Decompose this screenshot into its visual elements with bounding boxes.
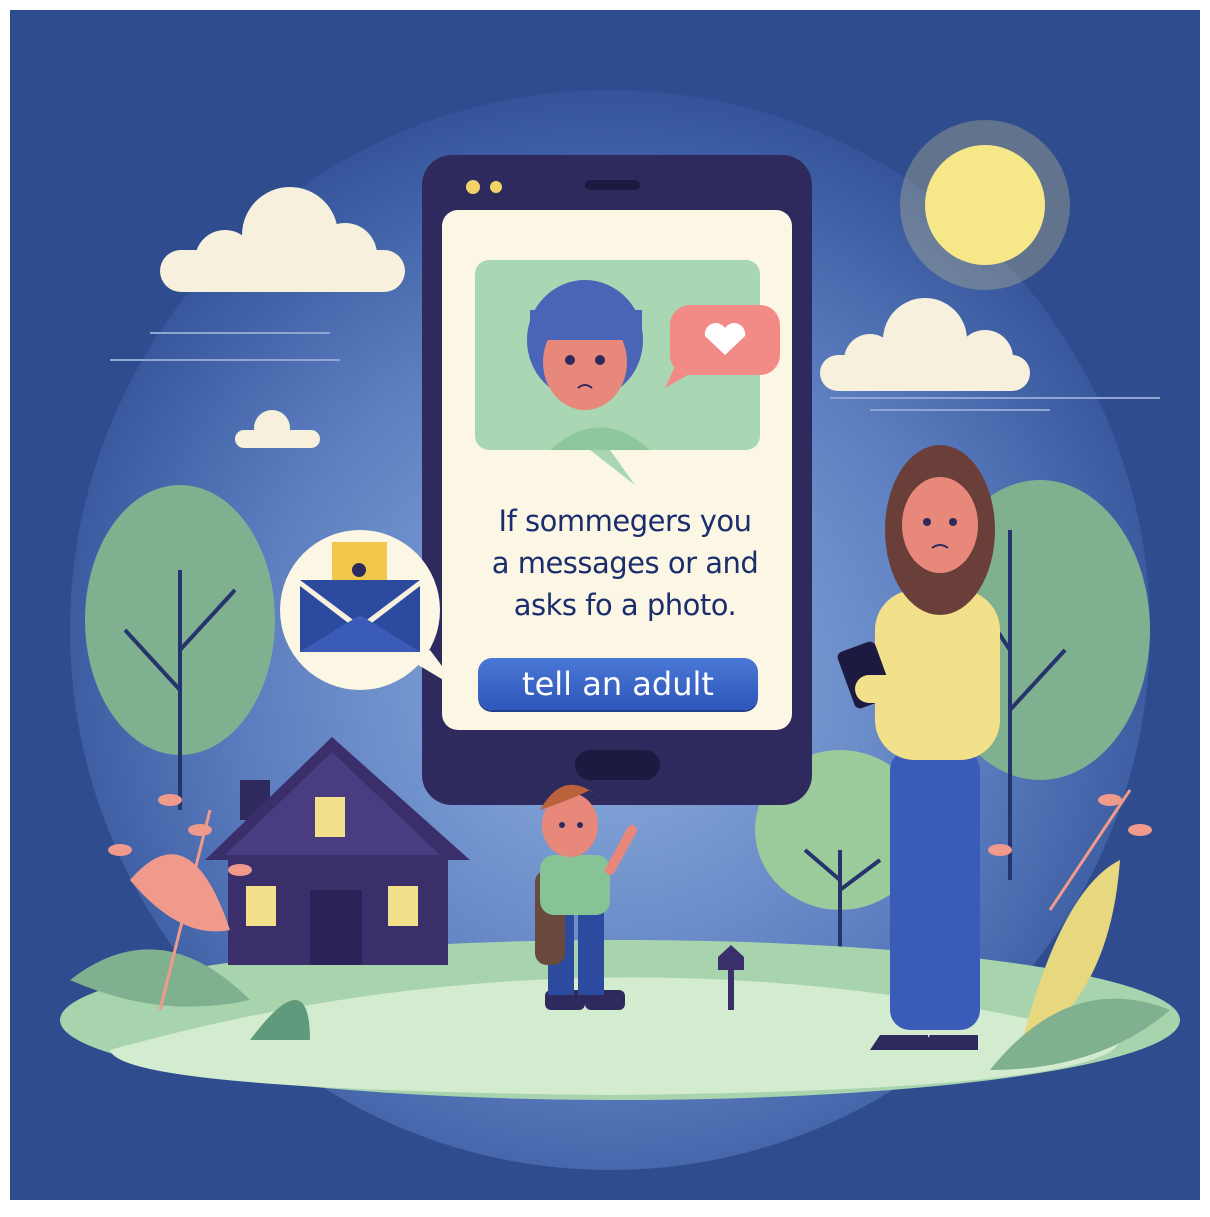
tell-an-adult-button[interactable]: tell an adult: [478, 658, 758, 710]
home-button: [575, 750, 660, 780]
message-line: a messages or and: [491, 546, 759, 580]
message-line: asks fo a photo.: [513, 588, 737, 622]
screen-message: If sommegers you a messages or and asks …: [460, 500, 790, 626]
sun-icon: [925, 145, 1045, 265]
message-line: If sommegers you: [498, 504, 752, 538]
illustration-frame: If sommegers you a messages or and asks …: [10, 10, 1200, 1200]
